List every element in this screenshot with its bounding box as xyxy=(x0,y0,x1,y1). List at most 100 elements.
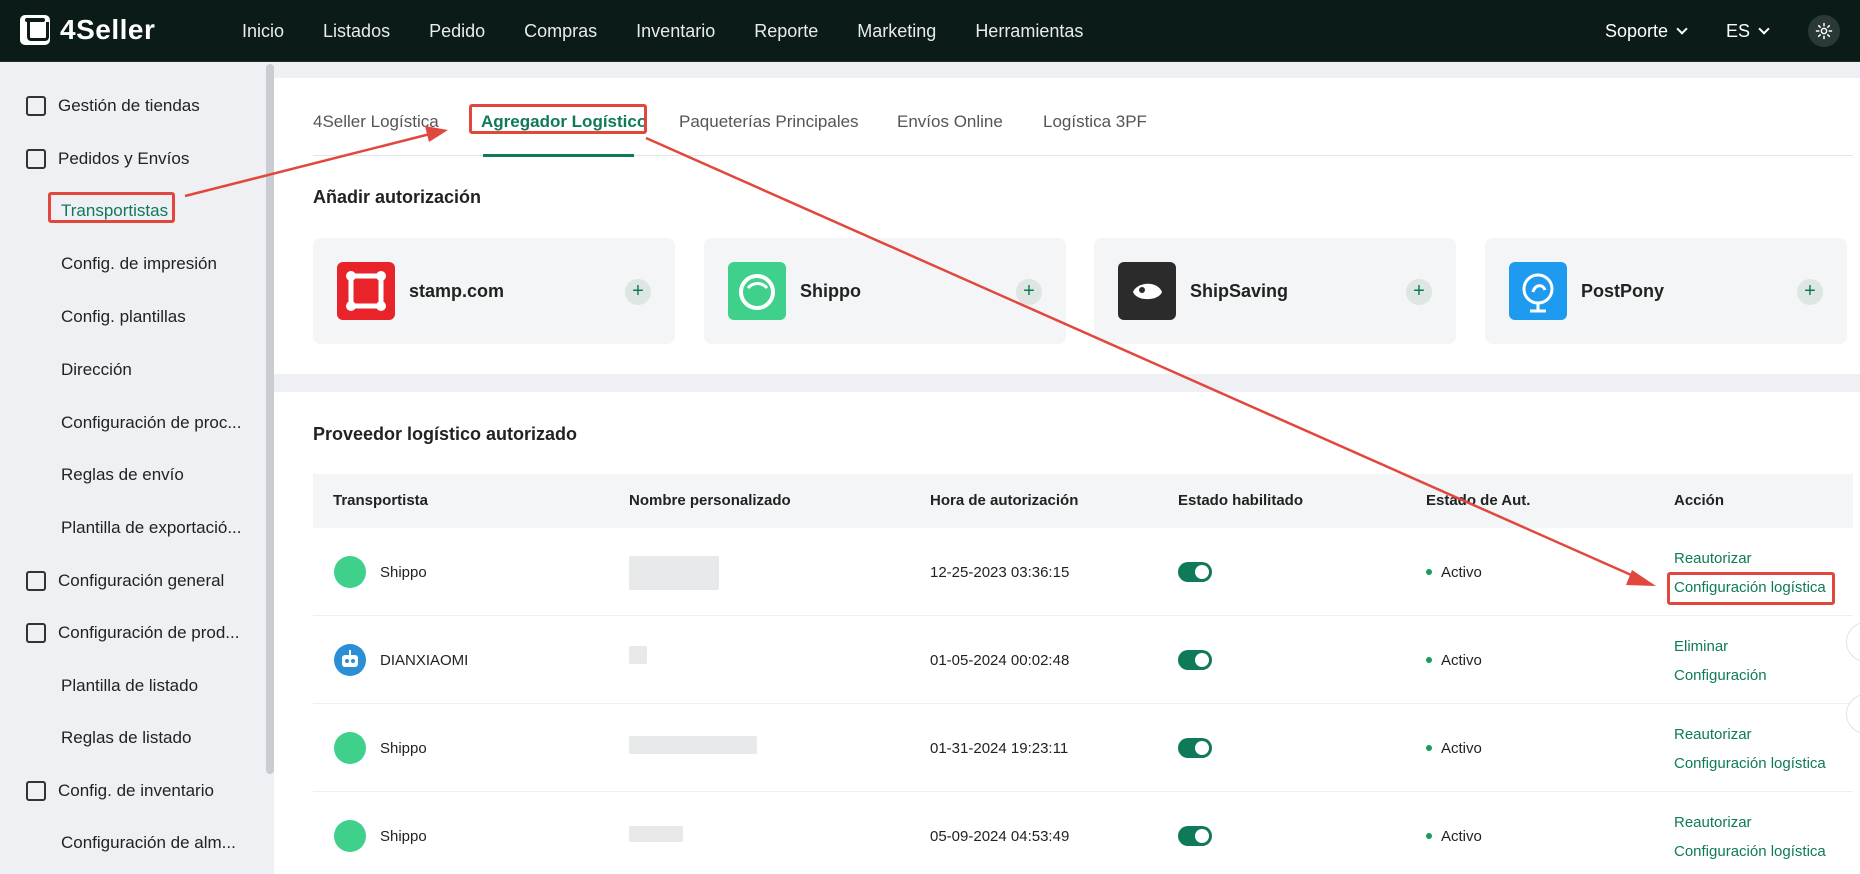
enabled-toggle[interactable] xyxy=(1178,650,1212,670)
nav-pedido[interactable]: Pedido xyxy=(429,21,485,42)
support-dropdown[interactable]: Soporte xyxy=(1604,20,1688,42)
chevron-down-icon xyxy=(1676,22,1688,35)
sidebar-item-config-procesamiento[interactable]: Configuración de proc... xyxy=(61,396,242,449)
sidebar-item-config-impresion[interactable]: Config. de impresión xyxy=(61,237,217,290)
auth-card-shippo[interactable]: Shippo + xyxy=(704,238,1066,344)
sidebar-item-pedidos-envios[interactable]: Pedidos y Envíos xyxy=(0,132,189,185)
upload-box-icon xyxy=(26,622,46,643)
auth-card-postpony[interactable]: PostPony + xyxy=(1485,238,1847,344)
carrier-name: Shippo xyxy=(380,564,427,581)
postpony-logo-icon xyxy=(1509,262,1567,320)
nav-marketing[interactable]: Marketing xyxy=(857,21,936,42)
shippo-logo-icon xyxy=(334,556,366,588)
sidebar-item-config-plantillas[interactable]: Config. plantillas xyxy=(61,290,186,343)
table-row: Shippo 05-09-2024 04:53:49 Activo Reauto… xyxy=(313,792,1853,874)
nav-compras[interactable]: Compras xyxy=(524,21,597,42)
enabled-toggle[interactable] xyxy=(1178,738,1212,758)
enabled-toggle[interactable] xyxy=(1178,562,1212,582)
highlight-agregador-tab xyxy=(469,104,647,134)
sidebar-item-label: Gestión de tiendas xyxy=(58,95,200,115)
add-shipsaving-button[interactable]: + xyxy=(1406,279,1432,305)
nav-reporte[interactable]: Reporte xyxy=(754,21,818,42)
status-dot xyxy=(1426,833,1432,839)
sidebar-item-plantilla-listado[interactable]: Plantilla de listado xyxy=(61,659,198,712)
auth-time: 01-05-2024 00:02:48 xyxy=(930,652,1070,669)
store-icon xyxy=(26,95,46,116)
nav-herramientas[interactable]: Herramientas xyxy=(975,21,1083,42)
card-name: stamp.com xyxy=(409,280,505,301)
main-nav: Inicio Listados Pedido Compras Inventari… xyxy=(242,0,1122,62)
sidebar-item-label: Pedidos y Envíos xyxy=(58,148,190,168)
sidebar-item-reglas-envio[interactable]: Reglas de envío xyxy=(61,448,184,501)
status-dot xyxy=(1426,657,1432,663)
add-stamp-button[interactable]: + xyxy=(625,279,651,305)
auth-card-shipsaving[interactable]: ShipSaving + xyxy=(1094,238,1456,344)
card-name: PostPony xyxy=(1581,280,1665,301)
sidebar-item-plantilla-exportacion[interactable]: Plantilla de exportació... xyxy=(61,501,242,554)
status-dot xyxy=(1426,569,1432,575)
brand-logo[interactable]: 4Seller xyxy=(20,14,155,46)
highlight-transportistas xyxy=(48,192,175,223)
col-hora-autorizacion: Hora de autorización xyxy=(930,492,1079,509)
nav-inicio[interactable]: Inicio xyxy=(242,21,284,42)
sidebar-item-reglas-listado[interactable]: Reglas de listado xyxy=(61,711,191,764)
add-postpony-button[interactable]: + xyxy=(1797,279,1823,305)
sidebar-item-label: Config. de inventario xyxy=(58,780,214,800)
auth-time: 05-09-2024 04:53:49 xyxy=(930,828,1070,845)
language-label: ES xyxy=(1725,20,1750,41)
auth-status: Activo xyxy=(1441,652,1482,669)
tab-envios-online[interactable]: Envíos Online xyxy=(897,112,1003,132)
sidebar-scrollbar[interactable] xyxy=(266,64,274,774)
card-name: Shippo xyxy=(800,280,861,301)
auth-status: Activo xyxy=(1441,564,1482,581)
auth-time: 12-25-2023 03:36:15 xyxy=(930,564,1070,581)
redacted-name xyxy=(629,556,719,590)
sidebar-item-config-inventario[interactable]: Config. de inventario xyxy=(0,764,214,817)
gear-icon[interactable] xyxy=(1808,15,1840,47)
nav-listados[interactable]: Listados xyxy=(323,21,390,42)
shippo-logo-icon xyxy=(334,732,366,764)
logistics-config-link[interactable]: Configuración logística xyxy=(1674,755,1826,772)
enabled-toggle[interactable] xyxy=(1178,826,1212,846)
carrier-name: DIANXIAOMI xyxy=(380,652,469,669)
brand-name: 4Seller xyxy=(60,14,156,45)
logistics-config-link[interactable]: Configuración logística xyxy=(1674,843,1826,860)
sidebar-item-config-general[interactable]: Configuración general xyxy=(0,554,224,607)
auth-time: 01-31-2024 19:23:11 xyxy=(930,740,1069,757)
chevron-down-icon xyxy=(1758,22,1770,35)
table-row: Shippo 12-25-2023 03:36:15 Activo Reauto… xyxy=(313,528,1853,616)
providers-section-title: Proveedor logístico autorizado xyxy=(313,424,578,444)
sidebar-item-direccion[interactable]: Dirección xyxy=(61,343,132,396)
auth-card-stamp[interactable]: stamp.com + xyxy=(313,238,675,344)
shippo-logo-icon xyxy=(334,820,366,852)
sidebar-item-label: Configuración de prod... xyxy=(58,622,240,642)
settings-doc-icon xyxy=(26,570,46,591)
providers-table-header: Transportista Nombre personalizado Hora … xyxy=(313,474,1853,528)
tab-4seller-logistica[interactable]: 4Seller Logística xyxy=(313,112,439,132)
reauthorize-link[interactable]: Reautorizar xyxy=(1674,726,1752,743)
reauthorize-link[interactable]: Reautorizar xyxy=(1674,814,1752,831)
status-dot xyxy=(1426,745,1432,751)
reauthorize-link[interactable]: Reautorizar xyxy=(1674,550,1752,567)
redacted-name xyxy=(629,646,647,664)
clipboard-icon xyxy=(26,148,46,169)
col-nombre-personalizado: Nombre personalizado xyxy=(629,492,791,509)
sidebar-item-label: Configuración general xyxy=(58,570,225,590)
card-name: ShipSaving xyxy=(1190,280,1289,301)
shipsaving-logo-icon xyxy=(1118,262,1176,320)
col-accion: Acción xyxy=(1674,492,1725,509)
delete-link[interactable]: Eliminar xyxy=(1674,638,1728,655)
shippo-logo-icon xyxy=(728,262,786,320)
support-label: Soporte xyxy=(1604,20,1668,41)
tab-logistica-3pf[interactable]: Logística 3PF xyxy=(1043,112,1147,132)
tab-paqueterias-principales[interactable]: Paqueterías Principales xyxy=(679,112,859,132)
robot-icon xyxy=(334,644,366,676)
config-link[interactable]: Configuración xyxy=(1674,667,1767,684)
sidebar-item-gestion-tiendas[interactable]: Gestión de tiendas xyxy=(0,79,200,132)
add-shippo-button[interactable]: + xyxy=(1016,279,1042,305)
nav-inventario[interactable]: Inventario xyxy=(636,21,715,42)
sidebar-item-config-productos[interactable]: Configuración de prod... xyxy=(0,606,239,659)
sidebar-item-config-almacen[interactable]: Configuración de alm... xyxy=(61,816,236,869)
table-row: Shippo 01-31-2024 19:23:11 Activo Reauto… xyxy=(313,704,1853,792)
language-dropdown[interactable]: ES xyxy=(1725,20,1770,42)
